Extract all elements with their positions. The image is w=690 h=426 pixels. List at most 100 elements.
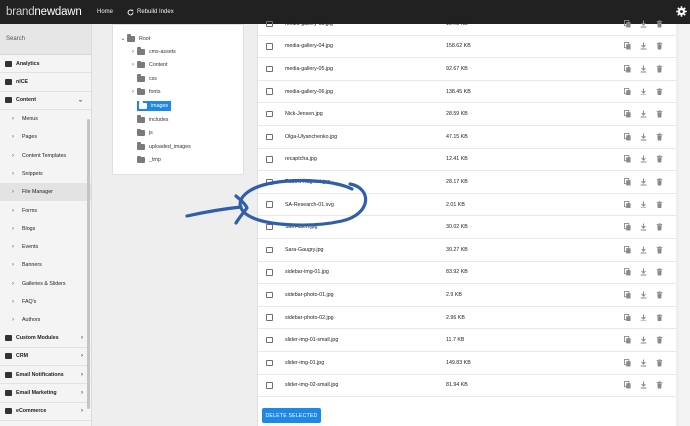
copy-icon[interactable] [624,19,631,28]
download-icon[interactable] [640,381,647,389]
file-name[interactable]: recaptcha.jpg [285,156,317,162]
nav-home-link[interactable]: Home [97,9,113,15]
row-checkbox[interactable] [266,246,273,254]
trash-icon[interactable] [656,200,663,209]
sidebar-item-crm[interactable]: CRM › [0,348,91,367]
sidebar-item-nice[interactable]: nICE [0,73,91,92]
trash-icon[interactable] [656,155,663,163]
tree-node-images[interactable]: images [129,99,172,112]
page-scrollbar[interactable] [679,24,690,426]
brand-logo[interactable]: brandnewdawn [0,6,89,18]
gear-icon[interactable] [676,6,687,17]
table-row[interactable]: media-gallery-05.jpg 92.67 KB [258,58,677,81]
copy-icon[interactable] [624,313,631,322]
copy-icon[interactable] [624,336,631,344]
file-name[interactable]: slider-img-01.jpg [285,360,324,366]
sidebar-item-events[interactable]: › Events [0,238,91,256]
copy-icon[interactable] [624,200,631,209]
tree-node-uploaded-images[interactable]: uploaded_images [129,140,191,153]
download-icon[interactable] [640,201,647,209]
file-name[interactable]: media-gallery-04.jpg [285,43,333,49]
file-name[interactable]: sidebar-photo-01.jpg [285,292,334,298]
trash-icon[interactable] [656,381,663,389]
row-checkbox[interactable] [266,269,273,276]
copy-icon[interactable] [624,132,631,141]
trash-icon[interactable] [656,313,663,322]
row-checkbox[interactable] [266,336,273,344]
sidebar-item-file-manager[interactable]: › File Manager [0,183,91,202]
copy-icon[interactable] [624,155,631,163]
download-icon[interactable] [640,88,647,96]
trash-icon[interactable] [656,223,663,231]
chevron-down-icon[interactable]: ⌄ [119,35,127,42]
table-row[interactable]: Nick-Jensen.jpg 28.59 KB [258,103,677,126]
file-name[interactable]: Nick-Jensen.jpg [285,111,323,117]
download-icon[interactable] [640,110,647,118]
download-icon[interactable] [640,268,647,276]
file-name[interactable]: media-gallery-03.jpg [285,21,333,27]
tree-node-fonts[interactable]: › fonts [129,86,160,99]
sidebar-scrollbar[interactable] [87,119,90,409]
row-checkbox[interactable] [266,156,273,163]
copy-icon[interactable] [624,290,631,299]
trash-icon[interactable] [656,42,663,50]
trash-icon[interactable] [656,268,663,276]
table-row[interactable]: sidebar-photo-01.jpg 2.9 KB [258,284,677,307]
search-input[interactable]: Search [0,24,91,55]
file-name[interactable]: sidebar-photo-02.jpg [285,315,334,321]
download-icon[interactable] [640,42,647,50]
download-icon[interactable] [640,155,647,163]
file-name[interactable]: Robert-Hagnart.jpg [285,179,330,185]
trash-icon[interactable] [656,133,663,141]
row-checkbox[interactable] [266,291,273,299]
rebuild-index-link[interactable]: Rebuild Index [127,9,174,16]
tree-node-root[interactable]: ⌄ Root [119,32,150,45]
sidebar-item-menus[interactable]: › Menus [0,110,91,128]
trash-icon[interactable] [656,336,663,344]
file-name[interactable]: slider-img-01-small.jpg [285,337,338,343]
copy-icon[interactable] [624,110,631,118]
download-icon[interactable] [640,20,647,28]
file-name[interactable]: Sara-Gaugry.jpg [285,247,323,253]
tree-node-js[interactable]: js [129,127,153,140]
sidebar-item-galleries-sliders[interactable]: › Galleries & Sliders [0,275,91,293]
trash-icon[interactable] [656,20,663,28]
tree-node-content[interactable]: › Content [129,59,168,72]
download-icon[interactable] [640,336,647,344]
row-checkbox[interactable] [266,223,273,231]
sidebar-item-ecommerce[interactable]: eCommerce › [0,403,91,421]
sidebar-item-pages[interactable]: › Pages [0,128,91,146]
copy-icon[interactable] [624,268,631,276]
trash-icon[interactable] [656,359,663,367]
tree-node-tmp[interactable]: _tmp [129,154,161,167]
tree-node-css[interactable]: css [129,72,157,85]
download-icon[interactable] [640,178,647,186]
sidebar-item-content[interactable]: Content ⌄ [0,92,91,110]
copy-icon[interactable] [624,64,631,73]
file-name[interactable]: Sam-allen.jpg [285,224,317,230]
copy-icon[interactable] [624,381,631,389]
file-name[interactable]: Olga-Ulyanchenko.jpg [285,134,337,140]
sidebar-item-custom-modules[interactable]: Custom Modules › [0,329,91,348]
sidebar-item-faq-s[interactable]: › FAQ's [0,293,91,311]
table-row[interactable]: slider-img-01.jpg 149.83 KB [258,352,677,375]
sidebar-item-snippets[interactable]: › Snippets [0,165,91,183]
table-row[interactable]: media-gallery-06.jpg 138.45 KB [258,81,677,104]
sidebar-item-content-templates[interactable]: › Content Templates [0,146,91,164]
row-checkbox[interactable] [266,201,273,208]
download-icon[interactable] [640,65,647,73]
download-icon[interactable] [640,133,647,141]
download-icon[interactable] [640,291,647,299]
row-checkbox[interactable] [266,382,273,389]
sidebar-item-email-marketing[interactable]: Email Marketing › [0,384,91,403]
table-row[interactable]: sidebar-photo-02.jpg 2.96 KB [258,307,677,330]
row-checkbox[interactable] [266,359,273,367]
table-row[interactable]: recaptcha.jpg 12.41 KB [258,149,677,172]
copy-icon[interactable] [624,245,631,254]
sidebar-item-blogs[interactable]: › Blogs [0,220,91,238]
trash-icon[interactable] [656,110,663,118]
row-checkbox[interactable] [266,110,273,118]
trash-icon[interactable] [656,65,663,73]
chevron-right-icon[interactable]: › [129,89,137,95]
trash-icon[interactable] [656,178,663,186]
